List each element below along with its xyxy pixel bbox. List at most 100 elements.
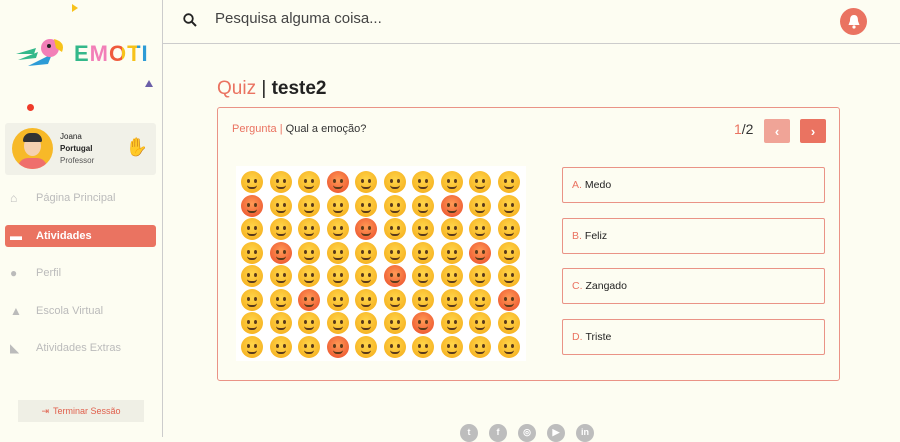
emoji-face-icon bbox=[469, 241, 491, 264]
emoji-face-icon bbox=[469, 312, 491, 334]
user-card: Joana Portugal Professor ✋ bbox=[5, 123, 156, 175]
emoji-face-icon bbox=[355, 241, 377, 264]
emoji-face-icon bbox=[440, 241, 463, 264]
emoji-face-icon bbox=[326, 218, 349, 240]
emoji-face-icon bbox=[298, 312, 320, 334]
parrot-logo-icon bbox=[16, 39, 63, 66]
graduation-cap-icon: ▲ bbox=[10, 303, 22, 318]
emoji-face-icon bbox=[412, 218, 434, 240]
emoji-face-icon bbox=[497, 335, 520, 358]
answer-option-c[interactable]: C. Zangado bbox=[562, 268, 825, 305]
question-text: Qual a emoção? bbox=[285, 123, 367, 135]
emoji-face-icon bbox=[326, 265, 349, 287]
emoji-face-icon bbox=[440, 218, 463, 240]
emoji-face-icon bbox=[326, 194, 349, 217]
emoji-face-icon bbox=[440, 288, 463, 311]
bell-icon bbox=[848, 15, 859, 29]
answer-option-d[interactable]: D. Triste bbox=[562, 319, 825, 356]
emoji-face-icon bbox=[412, 288, 434, 311]
emoji-face-icon bbox=[269, 241, 292, 264]
emoji-face-icon bbox=[497, 218, 520, 240]
sidebar-item-atividades-extras[interactable]: ◣ Atividades Extras bbox=[5, 337, 156, 359]
twitter-icon[interactable]: t bbox=[460, 424, 478, 442]
emoji-face-icon bbox=[440, 171, 463, 193]
page-title: Quiz | teste2 bbox=[217, 78, 327, 100]
emoji-face-icon bbox=[383, 265, 406, 287]
chart-icon: ◣ bbox=[10, 341, 20, 355]
chevron-left-icon: ‹ bbox=[774, 123, 780, 139]
emoji-face-icon bbox=[355, 312, 377, 334]
user-info: Joana Portugal Professor bbox=[60, 131, 94, 167]
emoji-face-icon bbox=[355, 335, 377, 358]
emoji-grid-image bbox=[236, 166, 526, 361]
emoji-face-icon bbox=[383, 288, 406, 311]
logout-icon: ⇥ bbox=[41, 405, 49, 416]
emoji-face-icon bbox=[383, 312, 406, 334]
emoji-face-icon bbox=[241, 218, 263, 240]
answer-option-b[interactable]: B. Feliz bbox=[562, 217, 825, 254]
emoji-face-icon bbox=[497, 288, 520, 311]
decor-dot bbox=[27, 104, 34, 111]
sidebar-item-perfil[interactable]: ● Perfil bbox=[5, 262, 156, 284]
emoji-face-icon bbox=[440, 194, 463, 217]
emoji-face-icon bbox=[355, 194, 377, 217]
emoji-face-icon bbox=[497, 194, 520, 217]
facebook-icon[interactable]: f bbox=[489, 424, 507, 442]
quiz-name: teste2 bbox=[271, 78, 327, 99]
notification-button[interactable] bbox=[840, 8, 867, 35]
emoji-face-icon bbox=[241, 335, 263, 358]
instagram-icon[interactable]: ◎ bbox=[518, 424, 536, 442]
sidebar-item-escola-virtual[interactable]: ▲ Escola Virtual bbox=[5, 300, 156, 322]
logout-button[interactable]: ⇥ Terminar Sessão bbox=[18, 400, 144, 422]
logo[interactable]: EMOTI bbox=[14, 36, 149, 72]
search-icon bbox=[183, 13, 197, 27]
sidebar-item-p-gina-principal[interactable]: ⌂ Página Principal bbox=[5, 187, 156, 209]
emoji-face-icon bbox=[298, 288, 320, 311]
answer-option-a[interactable]: A. Medo bbox=[562, 167, 825, 203]
emoji-face-icon bbox=[412, 241, 434, 264]
question: Pergunta | Qual a emoção? bbox=[232, 123, 367, 135]
emoji-face-icon bbox=[326, 241, 349, 264]
next-button[interactable]: › bbox=[800, 119, 826, 143]
emoji-face-icon bbox=[412, 312, 434, 334]
emoji-face-icon bbox=[241, 312, 263, 334]
search-input[interactable] bbox=[215, 10, 775, 27]
youtube-icon[interactable]: ▶ bbox=[547, 424, 565, 442]
quiz-card: Pergunta | Qual a emoção? 1/2 ‹ › A. Medo… bbox=[217, 107, 840, 381]
emoji-face-icon bbox=[412, 171, 434, 193]
linkedin-icon[interactable]: in bbox=[576, 424, 594, 442]
emoji-face-icon bbox=[469, 171, 491, 193]
emoji-face-icon bbox=[440, 312, 463, 334]
emoji-face-icon bbox=[298, 241, 320, 264]
emoji-face-icon bbox=[326, 335, 349, 358]
question-counter: 1/2 bbox=[734, 121, 754, 137]
emoji-face-icon bbox=[469, 335, 491, 358]
emoji-face-icon bbox=[298, 335, 320, 358]
sidebar-item-label: Escola Virtual bbox=[36, 304, 104, 317]
quiz-label: Quiz bbox=[217, 78, 257, 99]
sidebar-item-label: Atividades Extras bbox=[36, 342, 121, 354]
emoji-face-icon bbox=[269, 288, 292, 311]
emoji-face-icon bbox=[298, 171, 320, 193]
sidebar-item-atividades[interactable]: ▬ Atividades bbox=[5, 224, 156, 247]
emoji-face-icon bbox=[355, 218, 377, 240]
emoji-face-icon bbox=[269, 265, 292, 287]
emoji-face-icon bbox=[241, 194, 263, 217]
emoji-face-icon bbox=[355, 265, 377, 287]
emoji-face-icon bbox=[497, 265, 520, 287]
sidebar: EMOTI Joana Portugal Professor ✋ ⌂ Página… bbox=[0, 0, 163, 437]
emoji-face-icon bbox=[355, 288, 377, 311]
emoji-face-icon bbox=[326, 171, 349, 193]
previous-button[interactable]: ‹ bbox=[764, 119, 790, 143]
user-icon: ● bbox=[10, 266, 18, 280]
brand-name: EMOTI bbox=[74, 41, 149, 66]
emoji-face-icon bbox=[241, 171, 263, 193]
gamepad-icon: ▬ bbox=[10, 228, 22, 243]
emoji-face-icon bbox=[469, 218, 491, 240]
emoji-face-icon bbox=[326, 312, 349, 334]
emoji-face-icon bbox=[298, 265, 320, 287]
emoji-face-icon bbox=[383, 218, 406, 240]
chevron-right-icon: › bbox=[810, 123, 816, 139]
emoji-face-icon bbox=[298, 194, 320, 217]
social-links: t f ◎ ▶ in bbox=[460, 424, 594, 442]
